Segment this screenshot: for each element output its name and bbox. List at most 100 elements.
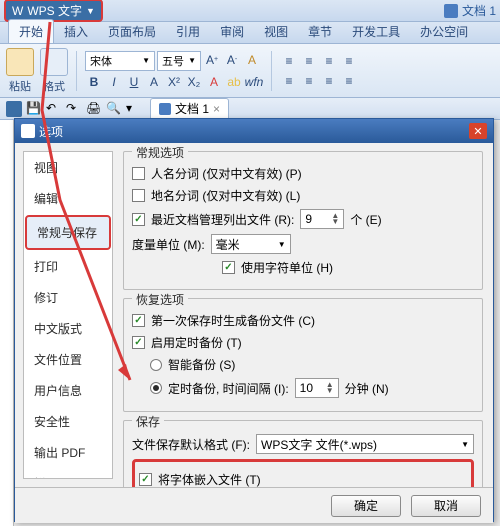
tab-page-layout[interactable]: 页面布局 bbox=[98, 20, 166, 43]
nav-revision[interactable]: 修订 bbox=[24, 282, 112, 313]
qat-more-icon[interactable]: ▾ bbox=[126, 101, 142, 117]
tab-view[interactable]: 视图 bbox=[254, 20, 298, 43]
qat-undo-icon[interactable]: ↶ bbox=[46, 101, 62, 117]
spinner-arrows-icon: ▲▼ bbox=[326, 382, 334, 394]
interval-spinner[interactable]: 10 ▲▼ bbox=[295, 378, 339, 398]
strike-button[interactable]: A bbox=[145, 73, 163, 91]
embed-fonts-checkbox[interactable]: ✓ bbox=[139, 473, 152, 486]
font-stack: 宋体 ▼ 五号 ▼ A+ A- A B I U A X² X₂ A ab wfn bbox=[85, 51, 263, 91]
format-label: 格式 bbox=[43, 78, 65, 94]
close-button[interactable]: ✕ bbox=[469, 123, 487, 139]
nav-general-save[interactable]: 常规与保存 bbox=[25, 215, 111, 250]
chevron-down-icon: ▼ bbox=[86, 6, 95, 16]
name-split-checkbox[interactable] bbox=[132, 167, 145, 180]
tab-office-space[interactable]: 办公空间 bbox=[410, 20, 478, 43]
tab-review[interactable]: 审阅 bbox=[210, 20, 254, 43]
align-left-button[interactable]: ≡ bbox=[280, 72, 298, 90]
first-save-backup-label: 第一次保存时生成备份文件 (C) bbox=[151, 312, 315, 329]
nav-file-location[interactable]: 文件位置 bbox=[24, 344, 112, 375]
smart-backup-radio[interactable] bbox=[150, 359, 162, 371]
document-tab[interactable]: 文档 1 × bbox=[150, 98, 229, 119]
super-button[interactable]: X² bbox=[165, 73, 183, 91]
first-save-backup-checkbox[interactable]: ✓ bbox=[132, 314, 145, 327]
recent-unit-label: 个 (E) bbox=[350, 211, 381, 228]
nav-edit[interactable]: 编辑 bbox=[24, 183, 112, 214]
italic-button[interactable]: I bbox=[105, 73, 123, 91]
interval-value: 10 bbox=[300, 381, 313, 395]
tab-references[interactable]: 引用 bbox=[166, 20, 210, 43]
paragraph-stack: ≡ ≡ ≡ ≡ ≡ ≡ ≡ ≡ bbox=[280, 52, 358, 90]
recent-count-spinner[interactable]: 9 ▲▼ bbox=[300, 209, 344, 229]
auto-backup-checkbox[interactable]: ✓ bbox=[132, 336, 145, 349]
qat-preview-icon[interactable]: 🔍 bbox=[106, 101, 122, 117]
indent-dec-button[interactable]: ≡ bbox=[320, 52, 338, 70]
options-content: 常规选项 人名分词 (仅对中文有效) (P) 地名分词 (仅对中文有效) (L)… bbox=[113, 143, 493, 487]
paste-group: 粘贴 bbox=[6, 48, 34, 94]
close-tab-icon[interactable]: × bbox=[213, 102, 220, 116]
options-dialog: 选项 ✕ 视图 编辑 常规与保存 打印 修订 中文版式 文件位置 用户信息 安全… bbox=[14, 118, 494, 522]
interval-backup-label: 定时备份, 时间间隔 (I): bbox=[168, 380, 289, 397]
font-size-value: 五号 bbox=[162, 53, 184, 69]
format-painter-group: 格式 bbox=[40, 48, 68, 94]
underline-button[interactable]: U bbox=[125, 73, 143, 91]
ribbon-tabs: 开始 插入 页面布局 引用 审阅 视图 章节 开发工具 办公空间 bbox=[0, 22, 500, 44]
grow-font-button[interactable]: A+ bbox=[203, 51, 221, 69]
wfn-button[interactable]: wfn bbox=[245, 73, 263, 91]
tab-section[interactable]: 章节 bbox=[298, 20, 342, 43]
doc-indicator: 文档 1 bbox=[444, 2, 496, 19]
font-size-select[interactable]: 五号 ▼ bbox=[157, 51, 201, 71]
align-justify-button[interactable]: ≡ bbox=[340, 72, 358, 90]
interval-unit-label: 分钟 (N) bbox=[345, 380, 389, 397]
font-name-value: 宋体 bbox=[90, 53, 112, 69]
numbering-button[interactable]: ≡ bbox=[300, 52, 318, 70]
embed-fonts-highlight: ✓ 将字体嵌入文件 (T) 仅嵌入文档中所用的字符 (适于减小文件大小) (J)… bbox=[132, 459, 474, 487]
default-format-label: 文件保存默认格式 (F): bbox=[132, 436, 250, 453]
style-gallery-button[interactable]: A bbox=[243, 51, 261, 69]
save-group: 保存 文件保存默认格式 (F): WPS文字 文件(*.wps) ▼ ✓ 将字体… bbox=[123, 420, 483, 487]
font-name-select[interactable]: 宋体 ▼ bbox=[85, 51, 155, 71]
recent-docs-checkbox[interactable]: ✓ bbox=[132, 213, 145, 226]
nav-user-info[interactable]: 用户信息 bbox=[24, 375, 112, 406]
nav-chinese-layout[interactable]: 中文版式 bbox=[24, 313, 112, 344]
chevron-down-icon: ▼ bbox=[188, 56, 196, 65]
chevron-down-icon: ▼ bbox=[461, 440, 469, 449]
qat-redo-icon[interactable]: ↷ bbox=[66, 101, 82, 117]
doc-tab-label: 文档 1 bbox=[175, 100, 209, 117]
nav-view[interactable]: 视图 bbox=[24, 152, 112, 183]
qat-save-icon[interactable]: 💾 bbox=[26, 101, 42, 117]
dialog-footer: 确定 取消 bbox=[15, 487, 493, 523]
tab-insert[interactable]: 插入 bbox=[54, 20, 98, 43]
ok-button[interactable]: 确定 bbox=[331, 495, 401, 517]
place-split-label: 地名分词 (仅对中文有效) (L) bbox=[151, 187, 300, 204]
unit-select[interactable]: 毫米 ▼ bbox=[211, 234, 291, 254]
tab-home[interactable]: 开始 bbox=[8, 19, 54, 43]
nav-output-pdf[interactable]: 输出 PDF bbox=[24, 437, 112, 468]
tab-developer[interactable]: 开发工具 bbox=[342, 20, 410, 43]
nav-security[interactable]: 安全性 bbox=[24, 406, 112, 437]
nav-spell[interactable]: 拼写 bbox=[24, 468, 112, 479]
dialog-titlebar: 选项 ✕ bbox=[15, 119, 493, 143]
document-icon bbox=[159, 103, 171, 115]
qat-print-icon[interactable]: 🖨 bbox=[86, 101, 102, 117]
default-format-value: WPS文字 文件(*.wps) bbox=[261, 436, 377, 453]
nav-print[interactable]: 打印 bbox=[24, 251, 112, 282]
font-color-button[interactable]: A bbox=[205, 73, 223, 91]
ribbon-toolbar: 粘贴 格式 宋体 ▼ 五号 ▼ A+ A- A B I U A X² X₂ A bbox=[0, 44, 500, 98]
bold-button[interactable]: B bbox=[85, 73, 103, 91]
align-right-button[interactable]: ≡ bbox=[320, 72, 338, 90]
unit-label: 度量单位 (M): bbox=[132, 236, 205, 253]
bullets-button[interactable]: ≡ bbox=[280, 52, 298, 70]
sub-button[interactable]: X₂ bbox=[185, 73, 203, 91]
indent-inc-button[interactable]: ≡ bbox=[340, 52, 358, 70]
highlight-button[interactable]: ab bbox=[225, 73, 243, 91]
paste-button[interactable] bbox=[6, 48, 34, 76]
place-split-checkbox[interactable] bbox=[132, 189, 145, 202]
align-center-button[interactable]: ≡ bbox=[300, 72, 318, 90]
shrink-font-button[interactable]: A- bbox=[223, 51, 241, 69]
format-painter-button[interactable] bbox=[40, 48, 68, 76]
qat-app-icon[interactable] bbox=[6, 101, 22, 117]
cancel-button[interactable]: 取消 bbox=[411, 495, 481, 517]
default-format-select[interactable]: WPS文字 文件(*.wps) ▼ bbox=[256, 434, 474, 454]
char-unit-checkbox[interactable]: ✓ bbox=[222, 261, 235, 274]
interval-backup-radio[interactable] bbox=[150, 382, 162, 394]
